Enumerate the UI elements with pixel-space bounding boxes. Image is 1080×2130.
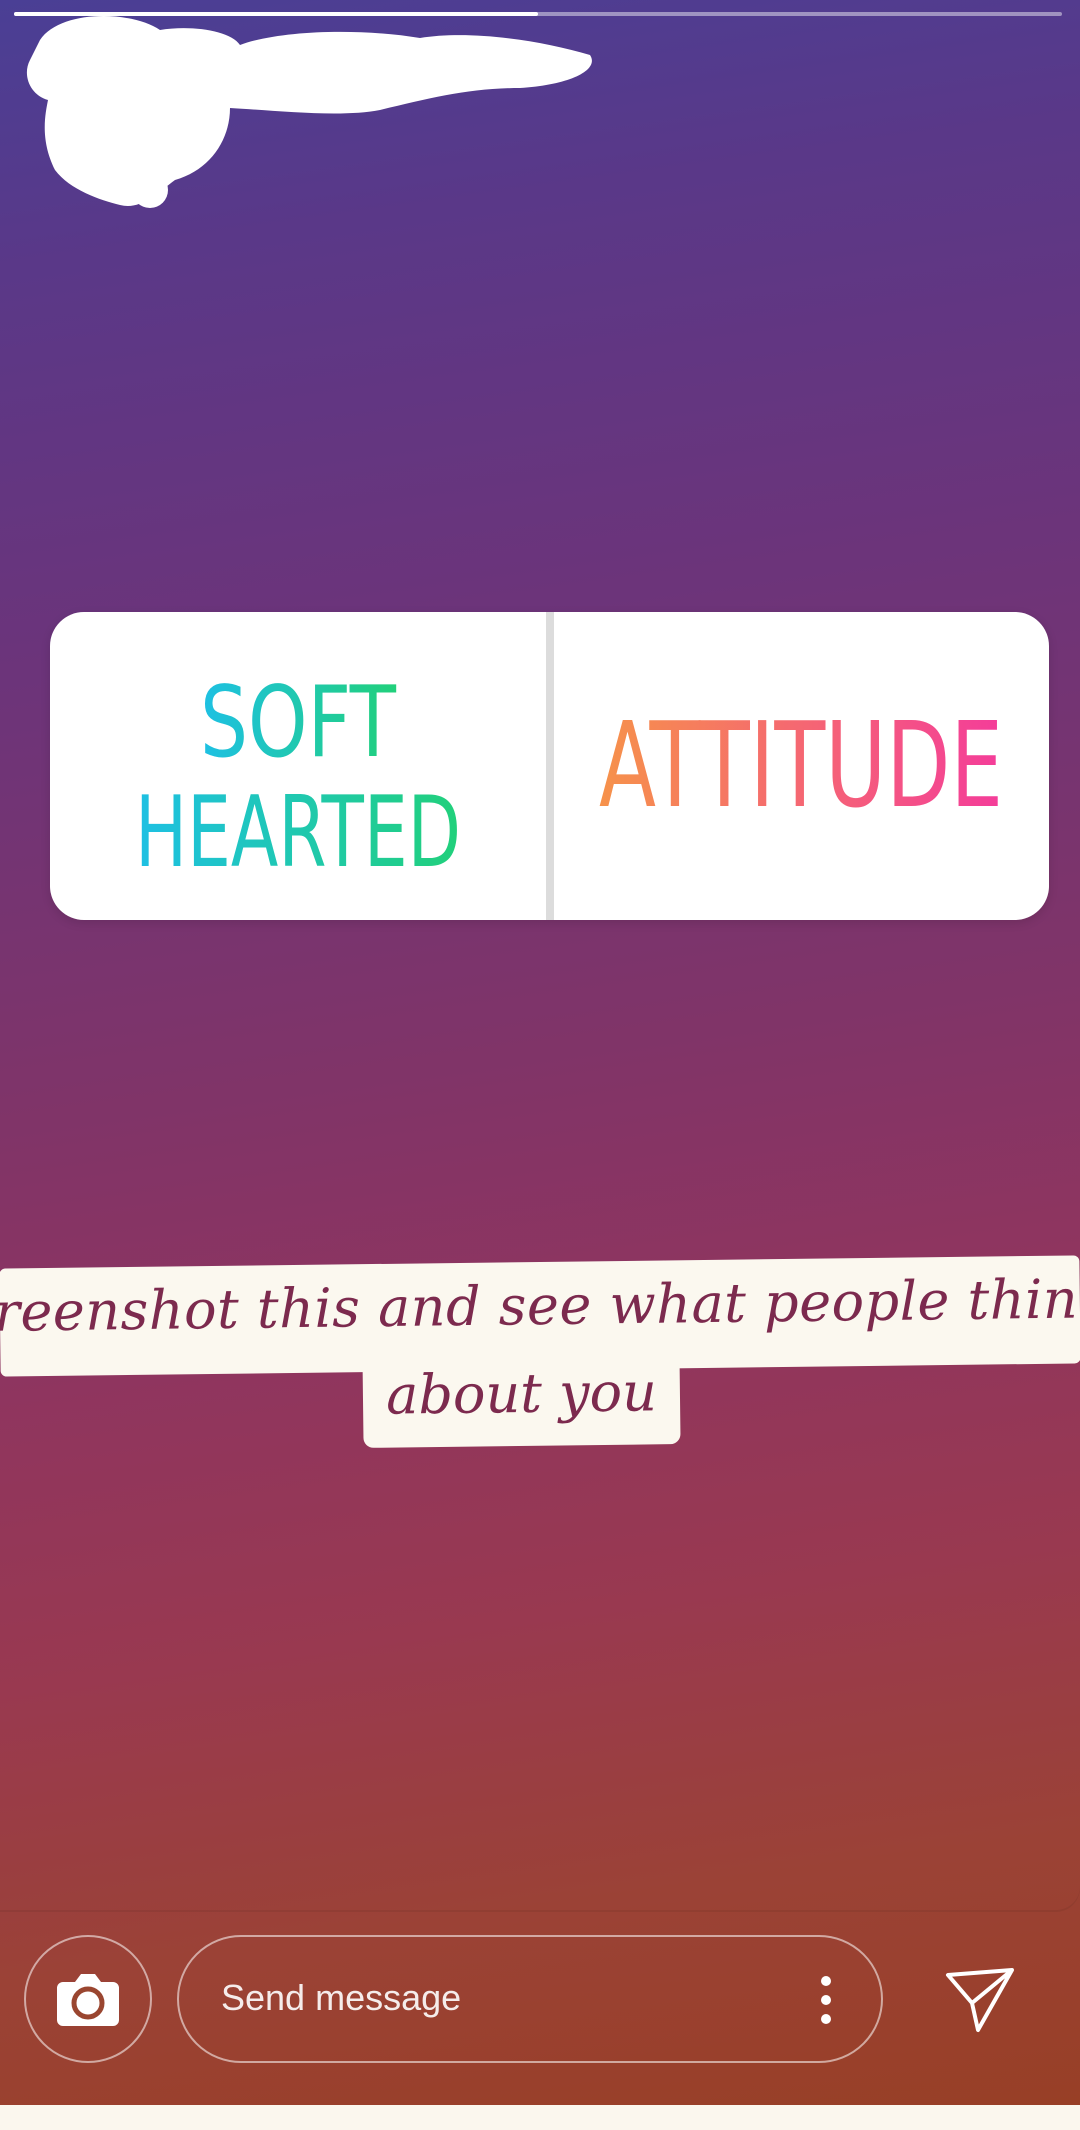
story-content-area	[0, 0, 1080, 1910]
poll-divider	[545, 612, 554, 920]
poll-option-left-line1: SOFT	[200, 666, 397, 780]
poll-option-left[interactable]: SOFT HEARTED	[50, 612, 546, 920]
poll-sticker: SOFT HEARTED ATTITUDE	[50, 612, 1049, 920]
redacted-profile-scribble	[26, 16, 592, 208]
poll-option-right[interactable]: ATTITUDE	[554, 612, 1050, 920]
poll-option-right-text: ATTITUDE	[599, 696, 1003, 834]
caption-text-line1: reenshot this and see what people think	[0, 1267, 1080, 1344]
caption-text-line2: about you	[385, 1360, 658, 1427]
poll-option-left-label: SOFT HEARTED	[135, 666, 461, 876]
camera-button[interactable]	[24, 1935, 152, 2063]
more-vertical-icon[interactable]	[819, 1975, 833, 2025]
camera-icon	[57, 1974, 119, 2026]
send-message-placeholder: Send message	[221, 1977, 462, 2018]
paper-plane-icon[interactable]	[945, 1967, 1015, 2033]
poll-option-right-label: ATTITUDE	[599, 696, 1003, 834]
poll-option-left-line2: HEARTED	[135, 776, 461, 876]
send-message-input[interactable]: Send message	[177, 1935, 883, 2063]
story-view[interactable]: SOFT HEARTED ATTITUDE reenshot this and …	[0, 0, 1080, 2105]
